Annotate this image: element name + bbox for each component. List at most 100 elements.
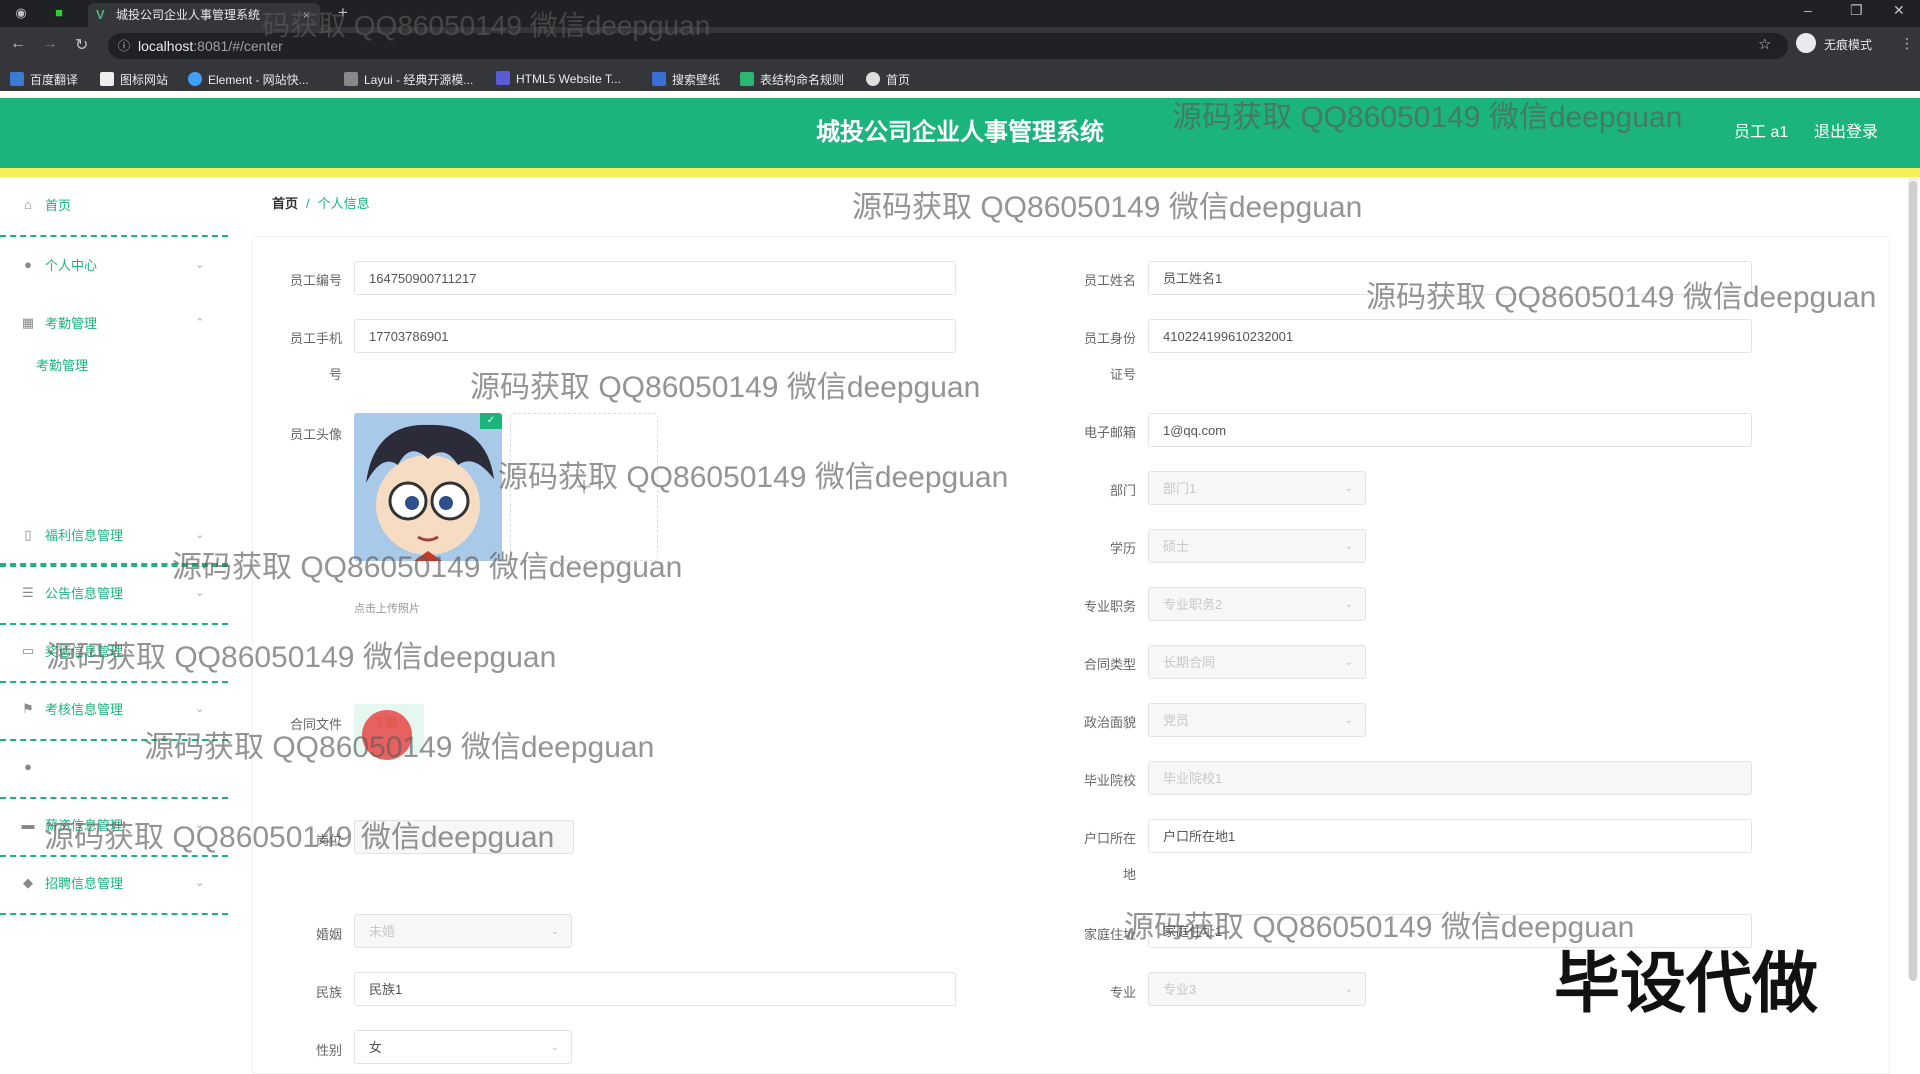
chevron-down-icon: ⌄ <box>195 587 205 599</box>
breadcrumb-home[interactable]: 首页 <box>272 196 298 211</box>
logout-button[interactable]: 退出登录 <box>1814 98 1878 168</box>
sliders-icon: ☰ <box>22 585 34 600</box>
chevron-down-icon: ⌄ <box>195 259 205 271</box>
user-icon: ● <box>24 257 32 272</box>
post-select[interactable] <box>354 820 574 854</box>
card-icon: ▭ <box>21 643 35 658</box>
reload-icon[interactable]: ↻ <box>75 35 88 55</box>
sidebar-item-label: 首页 <box>45 198 72 213</box>
chevron-down-icon: ⌄ <box>195 645 205 657</box>
bookmark-item[interactable]: Element - 网站快... <box>188 71 309 88</box>
sidebar-item-welfare[interactable]: ▯ 福利信息管理 ⌄ <box>0 507 228 567</box>
upload-hint: 点击上传照片 <box>354 603 420 615</box>
bookmark-item[interactable]: 首页 <box>866 71 910 88</box>
app-header: 城投公司企业人事管理系统 员工 a1 退出登录 <box>0 98 1920 168</box>
sidebar-item-home[interactable]: ⌂ 首页 <box>0 177 228 237</box>
hukou-field[interactable]: 户口所在地1 <box>1148 819 1752 853</box>
window-close-icon[interactable]: ✕ <box>1893 2 1905 19</box>
bookmark-item[interactable]: HTML5 Website T... <box>496 71 621 86</box>
breadcrumb: 首页 / 个人信息 <box>272 193 370 212</box>
corner-watermark: 毕设代做 <box>1554 946 1818 1020</box>
sidebar-item-salary[interactable]: ▬ 薪资信息管理 ⌄ <box>0 797 228 857</box>
scrollbar-thumb[interactable] <box>1909 181 1917 981</box>
marriage-label: 婚姻 <box>315 927 342 942</box>
grid-icon: ▦ <box>21 315 35 330</box>
sidebar-item-recruit[interactable]: ◆ 招聘信息管理 ⌄ <box>0 855 228 915</box>
current-user: 员工 a1 <box>1734 124 1789 141</box>
submenu-attendance[interactable]: 考勤管理 <box>36 355 88 374</box>
sidebar-item-label: 考核信息管理 <box>45 702 124 717</box>
contract-type-label: 合同类型 <box>1083 657 1136 672</box>
avatar-image: ✓ <box>354 413 502 561</box>
emp-no-field[interactable]: 164750900711217 <box>354 261 956 295</box>
chevron-down-icon: ⌄ <box>195 703 205 715</box>
phone-field[interactable]: 17703786901 <box>354 319 956 353</box>
back-icon[interactable]: ← <box>10 35 26 53</box>
minimize-icon[interactable]: – <box>1804 2 1812 18</box>
bookmark-item[interactable]: 图标网站 <box>100 71 168 88</box>
post-label: 岗位 <box>315 833 342 848</box>
sidebar-item-label: 考勤管理 <box>45 316 98 331</box>
sidebar-item-notice[interactable]: ☰ 公告信息管理 ⌄ <box>0 565 228 625</box>
incognito-icon <box>1796 33 1816 53</box>
sidebar-item-assessment[interactable]: ⚑ 考核信息管理 ⌄ <box>0 681 228 741</box>
person-icon: ● <box>24 759 32 774</box>
pin-icon: ◆ <box>23 875 33 890</box>
url-path: :8081/#/center <box>193 38 283 54</box>
sidebar-item-staff[interactable]: ● <box>0 739 228 799</box>
email-label: 电子邮箱 <box>1083 425 1136 440</box>
tab-group-icon[interactable]: ■ <box>50 4 68 22</box>
accent-bar <box>0 168 1920 177</box>
sidebar-item-label: 福利信息管理 <box>45 528 124 543</box>
chevron-down-icon: ⌄ <box>1344 541 1353 552</box>
school-field[interactable]: 毕业院校1 <box>1148 761 1752 795</box>
bookmark-star-icon[interactable]: ☆ <box>1758 35 1771 53</box>
menu-icon[interactable]: ⋮ <box>1900 35 1914 52</box>
page-scrollbar[interactable] <box>1908 177 1918 981</box>
political-select[interactable]: 党员 ⌄ <box>1148 703 1366 737</box>
bookmark-item[interactable]: 百度翻译 <box>10 71 78 88</box>
phone-label: 员工手机 <box>289 331 342 346</box>
new-tab-button[interactable]: + <box>334 4 352 22</box>
tab-close-icon[interactable]: × <box>303 3 310 27</box>
chevron-down-icon: ⌄ <box>195 877 205 889</box>
forward-icon[interactable]: → <box>42 35 58 53</box>
breadcrumb-sep: / <box>306 196 310 211</box>
bookmark-item[interactable]: 表结构命名规则 <box>740 71 844 88</box>
browser-tab[interactable]: V 城投公司企业人事管理系统 × <box>88 3 320 27</box>
bookmark-item[interactable]: Layui - 经典开源模... <box>344 71 473 88</box>
edu-select[interactable]: 硕士 ⌄ <box>1148 529 1366 563</box>
email-field[interactable]: 1@qq.com <box>1148 413 1752 447</box>
address-bar: ← → ↻ ⓘ localhost:8081/#/center ☆ 无痕模式 ⋮ <box>0 27 1920 67</box>
school-label: 毕业院校 <box>1083 773 1136 788</box>
contract-type-select[interactable]: 长期合同 ⌄ <box>1148 645 1366 679</box>
avatar-upload-button[interactable]: + <box>510 413 658 561</box>
gender-select[interactable]: 女 ⌄ <box>354 1030 572 1064</box>
chevron-down-icon: ⌄ <box>1344 483 1353 494</box>
browser-logo-icon: ◉ <box>15 5 27 20</box>
sidebar-item-personal[interactable]: ● 个人中心 ⌄ <box>0 237 228 295</box>
hukou-label: 户口所在 <box>1083 831 1136 846</box>
chevron-down-icon: ⌄ <box>1344 599 1353 610</box>
address-label: 家庭住址 <box>1083 927 1136 942</box>
dept-select[interactable]: 部门1 ⌄ <box>1148 471 1366 505</box>
restore-icon[interactable]: ❐ <box>1850 2 1863 19</box>
bookmark-item[interactable]: 搜索壁纸 <box>652 71 720 88</box>
idcard-field[interactable]: 410224199610232001 <box>1148 319 1752 353</box>
emp-name-field[interactable]: 员工姓名1 <box>1148 261 1752 295</box>
nation-field[interactable]: 民族1 <box>354 972 956 1006</box>
idcard-label: 员工身份 <box>1083 331 1136 346</box>
chevron-down-icon: ⌄ <box>1344 984 1353 995</box>
incognito-label[interactable]: 无痕模式 <box>1824 36 1872 53</box>
info-icon[interactable]: ⓘ <box>118 33 130 59</box>
marriage-select[interactable]: 未婚 ⌄ <box>354 914 572 948</box>
major-select[interactable]: 专业3 ⌄ <box>1148 972 1366 1006</box>
sidebar-item-attendance[interactable]: ▦ 考勤管理 ⌃ <box>0 295 228 353</box>
political-label: 政治面貌 <box>1083 715 1136 730</box>
hukou-label-2: 地 <box>1122 867 1136 882</box>
title-select[interactable]: 专业职务2 ⌄ <box>1148 587 1366 621</box>
sidebar-item-label: 个人中心 <box>45 258 98 273</box>
sidebar-item-reward[interactable]: ▭ 奖惩信息管理 ⌄ <box>0 623 228 683</box>
cursor-highlight <box>362 710 412 760</box>
url-field[interactable]: ⓘ localhost:8081/#/center <box>108 33 1788 59</box>
